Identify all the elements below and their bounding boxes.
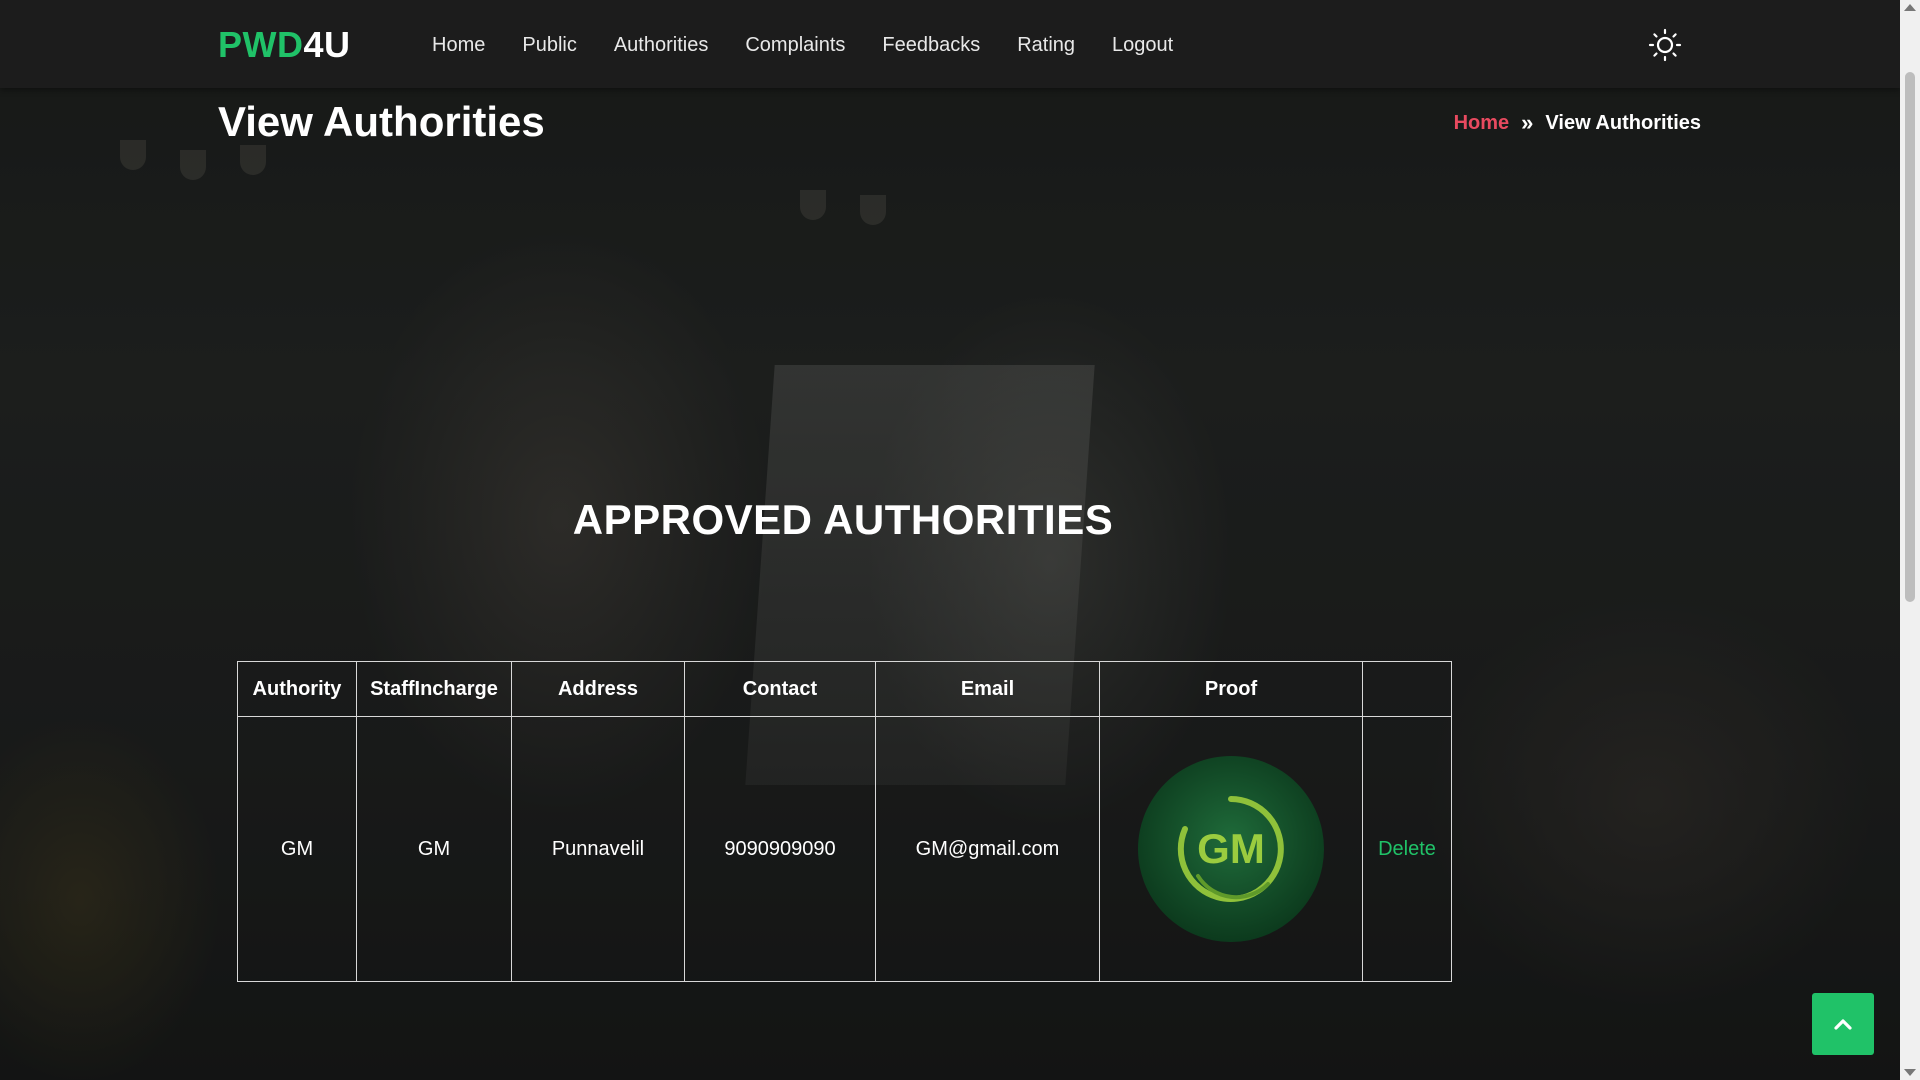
brand-logo[interactable]: PWD4U	[218, 24, 351, 66]
column-header-authority: Authority	[237, 661, 357, 717]
authorities-table: Authority StaffIncharge Address Contact …	[237, 661, 1452, 982]
nav-complaints[interactable]: Complaints	[745, 34, 845, 57]
cell-address: Punnavelil	[511, 716, 685, 982]
proof-image[interactable]: GM	[1138, 756, 1324, 942]
table-header-row: Authority StaffIncharge Address Contact …	[237, 661, 1452, 717]
chevron-up-icon	[1834, 1019, 1852, 1030]
vertical-scrollbar[interactable]	[1900, 0, 1920, 1080]
nav-public[interactable]: Public	[522, 34, 576, 57]
table-row: GM GM Punnavelil 9090909090 GM@gmail.com	[237, 716, 1452, 982]
breadcrumb: Home » View Authorities	[1454, 110, 1701, 136]
page-title: View Authorities	[218, 98, 545, 145]
scroll-up-arrow-icon[interactable]	[1904, 4, 1916, 11]
scroll-down-arrow-icon[interactable]	[1904, 1069, 1916, 1076]
delete-button[interactable]: Delete	[1378, 838, 1436, 860]
column-header-address: Address	[511, 661, 685, 717]
cell-contact: 9090909090	[684, 716, 876, 982]
breadcrumb-separator: »	[1521, 110, 1534, 135]
column-header-contact: Contact	[684, 661, 876, 717]
column-header-action	[1362, 661, 1452, 717]
top-navbar: PWD4U Home Public Authorities Complaints…	[0, 0, 1900, 88]
cell-proof: GM	[1099, 716, 1363, 982]
cell-action: Delete	[1362, 716, 1452, 982]
scrollbar-thumb[interactable]	[1905, 72, 1915, 602]
logo-text-part-b: 4U	[303, 24, 351, 65]
theme-toggle-button[interactable]	[1648, 28, 1682, 62]
nav-logout[interactable]: Logout	[1112, 34, 1173, 57]
breadcrumb-current: View Authorities	[1545, 111, 1701, 134]
cell-email: GM@gmail.com	[875, 716, 1100, 982]
back-to-top-button[interactable]	[1812, 993, 1874, 1055]
cell-staff-incharge: GM	[356, 716, 512, 982]
proof-logo-text: GM	[1197, 825, 1265, 872]
logo-text-part-a: PWD	[218, 24, 304, 65]
nav-authorities[interactable]: Authorities	[614, 34, 709, 57]
nav-home[interactable]: Home	[432, 34, 485, 57]
sun-icon	[1648, 28, 1682, 62]
main-nav: Home Public Authorities Complaints Feedb…	[432, 34, 1210, 57]
cell-authority: GM	[237, 716, 357, 982]
column-header-staff-incharge: StaffIncharge	[356, 661, 512, 717]
breadcrumb-home-link[interactable]: Home	[1454, 112, 1510, 135]
nav-rating[interactable]: Rating	[1017, 34, 1075, 57]
column-header-proof: Proof	[1099, 661, 1363, 717]
section-title: APPROVED AUTHORITIES	[572, 496, 1114, 543]
column-header-email: Email	[875, 661, 1100, 717]
nav-feedbacks[interactable]: Feedbacks	[882, 34, 980, 57]
